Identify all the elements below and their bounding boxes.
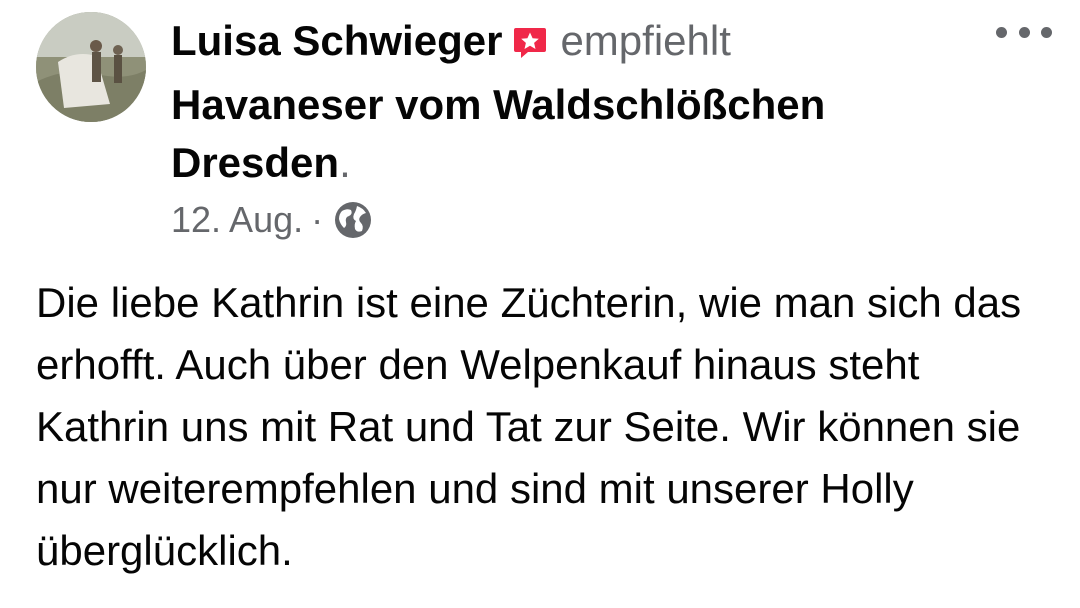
recommended-page-name[interactable]: Havaneser vom Waldschlößchen Dresden [171, 81, 825, 186]
recommendation-star-icon [512, 18, 548, 76]
review-post: Luisa Schwieger empfiehlt Havaneser vom W… [0, 0, 1080, 608]
header-period: . [339, 139, 351, 186]
post-body-text: Die liebe Kathrin ist eine Züchterin, wi… [36, 279, 1022, 574]
recommend-action-text: empfiehlt [560, 17, 731, 64]
meta-separator: · [311, 199, 324, 240]
more-dot [1018, 26, 1030, 38]
globe-icon [333, 200, 373, 240]
more-dot [996, 26, 1007, 38]
author-avatar[interactable] [36, 12, 146, 122]
author-name[interactable]: Luisa Schwieger [171, 17, 502, 64]
post-meta: 12. Aug. · [171, 196, 373, 244]
more-dot [1041, 26, 1052, 38]
more-options-icon[interactable] [996, 18, 1052, 46]
post-header: Luisa Schwieger empfiehlt Havaneser vom W… [171, 12, 991, 192]
avatar-photo [36, 12, 146, 122]
post-date[interactable]: 12. Aug. [171, 196, 303, 244]
